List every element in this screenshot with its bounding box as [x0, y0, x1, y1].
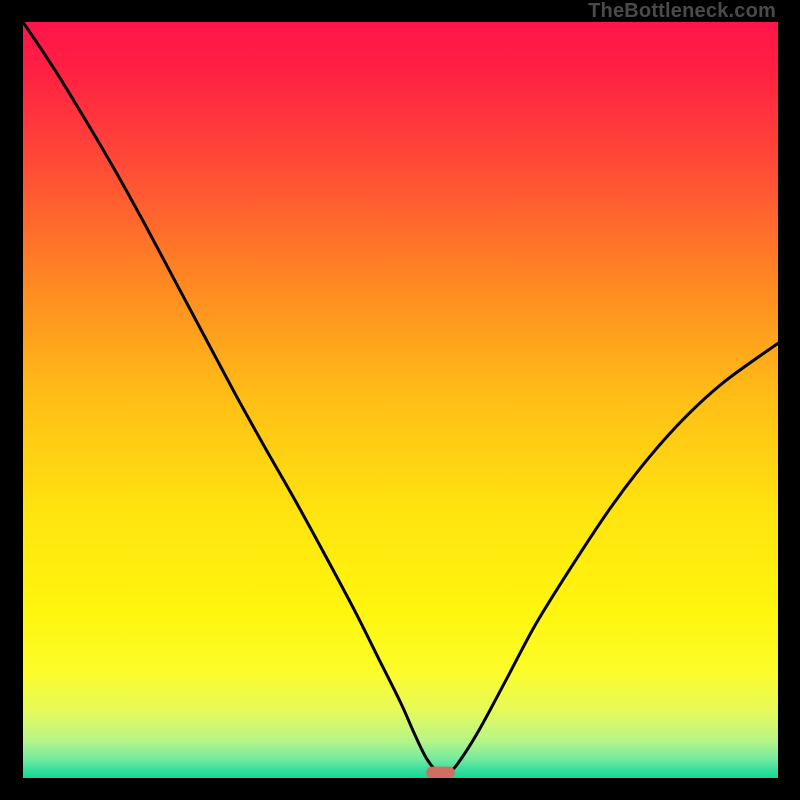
gradient-background	[23, 22, 778, 778]
plot-svg	[23, 22, 778, 778]
plot-area	[23, 22, 778, 778]
watermark-text: TheBottleneck.com	[588, 0, 776, 23]
minimum-marker	[426, 767, 455, 778]
chart-frame: TheBottleneck.com	[0, 0, 800, 800]
